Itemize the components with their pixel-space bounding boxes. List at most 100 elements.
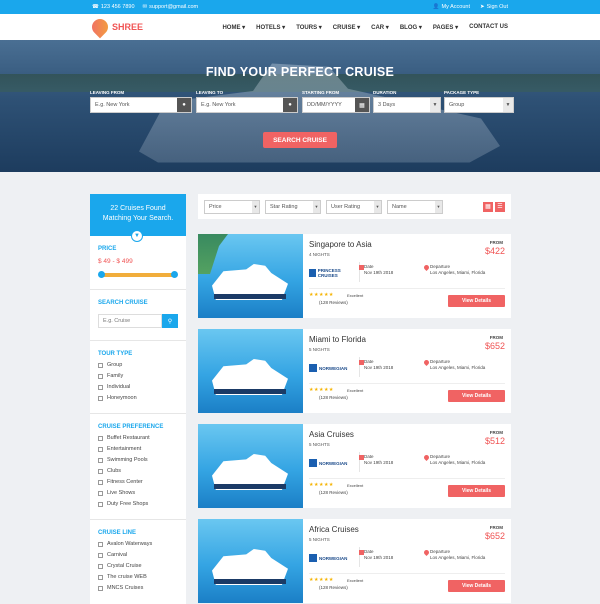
checkbox[interactable] [98,395,103,401]
cruise-line-option[interactable]: MNCS Cruises [98,585,178,591]
preference-option[interactable]: Live Shows [98,490,178,496]
cruise-line-title: CRUISE LINE [98,530,137,536]
starting-from-field: STARTING FROM DD/MM/YYYY ▦ [302,90,370,113]
view-toggle: ▦ ☰ [483,201,505,212]
chevron-down-icon: ▼ [252,200,259,213]
cruise-price: $422 [484,246,505,256]
price-max-handle[interactable] [171,271,178,278]
preference-option[interactable]: Buffet Restaurant [98,435,178,441]
leaving-to-field: LEAVING TO E.g. New York ● [196,90,298,113]
cruise-line-logo-icon [309,554,317,562]
cruise-image[interactable] [198,234,303,318]
duration-select[interactable]: 3 Days ▼ [373,97,441,113]
checkbox[interactable] [98,479,103,485]
tour-type-option[interactable]: Honeymoon [98,395,178,401]
cruise-line-logo-icon [309,269,316,277]
price-sort-select[interactable]: Price ▼ [204,199,260,214]
leaving-from-input[interactable]: E.g. New York ● [90,97,192,113]
cruise-date: Date Nov 19th 2018 [364,454,394,465]
preference-option[interactable]: Entertainment [98,446,178,452]
view-details-button[interactable]: View Details [448,295,505,307]
nav-cruise[interactable]: CRUISE ▾ [333,24,360,31]
checkbox[interactable] [98,457,103,463]
results-count-header: 22 Cruises Found Matching Your Search. ▼ [90,194,186,242]
user-rating-select[interactable]: User Rating ▼ [326,199,382,214]
checkbox[interactable] [98,373,103,379]
nav-pages[interactable]: PAGES ▾ [433,24,458,31]
checkbox[interactable] [98,501,103,507]
leaving-to-label: LEAVING TO [196,90,224,95]
tour-type-option[interactable]: Individual [98,384,178,390]
cruise-nights: 4 NIGHTS [309,252,330,257]
nav-contact[interactable]: CONTACT US [469,24,508,31]
review-count[interactable]: (128 Reviews) [319,585,348,590]
sign-out-link[interactable]: ➤ Sign Out [480,4,508,10]
cruise-title[interactable]: Asia Cruises [309,430,354,439]
checkbox[interactable] [98,585,103,591]
cruise-line-logo-icon [309,364,317,372]
search-icon[interactable]: ⚲ [162,314,178,328]
cruise-line-option[interactable]: The cruise WEB [98,574,178,580]
nav-home[interactable]: HOME ▾ [222,24,245,31]
checkbox[interactable] [98,446,103,452]
list-view-icon[interactable]: ☰ [495,201,505,212]
nav-hotels[interactable]: HOTELS ▾ [256,24,285,31]
price-from-label: FROM [489,240,503,245]
tour-type-option[interactable]: Group [98,362,178,368]
star-rating-select[interactable]: Star Rating ▼ [265,199,321,214]
price-min-handle[interactable] [98,271,105,278]
checkbox[interactable] [98,435,103,441]
package-type-select[interactable]: Group ▼ [444,97,514,113]
preference-option[interactable]: Duty Free Shops [98,501,178,507]
date-input[interactable]: DD/MM/YYYY ▦ [302,97,370,113]
nav-blog[interactable]: BLOG ▾ [400,24,422,31]
price-slider[interactable] [98,271,178,278]
search-cruise-button[interactable]: SEARCH CRUISE [263,132,337,148]
package-type-field: PACKAGE TYPE Group ▼ [444,90,514,113]
checkbox[interactable] [98,490,103,496]
top-bar: ☎ 123 456 7890 ✉ support@gmail.com 👤 My … [0,0,600,14]
logo[interactable]: SHREE [88,15,222,39]
cruise-line-option[interactable]: Avalon Waterways [98,541,178,547]
location-pin-icon[interactable]: ● [283,98,297,112]
cruise-image[interactable] [198,519,303,603]
cruise-card: Africa Cruises 5 NIGHTS FROM $652 NORWEG… [198,519,511,603]
checkbox[interactable] [98,552,103,558]
cruise-title[interactable]: Singapore to Asia [309,240,372,249]
cruise-image[interactable] [198,424,303,508]
cruise-image[interactable] [198,329,303,413]
cruise-price: $652 [484,341,505,351]
leaving-to-input[interactable]: E.g. New York ● [196,97,298,113]
view-details-button[interactable]: View Details [448,390,505,402]
cruise-nights: 5 NIGHTS [309,442,330,447]
cruise-line-option[interactable]: Crystal Cruise [98,563,178,569]
cruise-line-option[interactable]: Carnival [98,552,178,558]
my-account-link[interactable]: 👤 My Account [433,4,470,10]
checkbox[interactable] [98,541,103,547]
price-range-value: $ 49 - $ 499 [98,258,133,265]
grid-view-icon[interactable]: ▦ [483,201,493,212]
tour-type-option[interactable]: Family [98,373,178,379]
review-count[interactable]: (128 Reviews) [319,395,348,400]
view-details-button[interactable]: View Details [448,485,505,497]
review-count[interactable]: (128 Reviews) [319,490,348,495]
cruise-title[interactable]: Miami to Florida [309,335,366,344]
review-count[interactable]: (128 Reviews) [319,300,348,305]
nav-car[interactable]: CAR ▾ [371,24,389,31]
checkbox[interactable] [98,362,103,368]
view-details-button[interactable]: View Details [448,580,505,592]
nav-tours[interactable]: TOURS ▾ [296,24,322,31]
preference-option[interactable]: Swimming Pools [98,457,178,463]
checkbox[interactable] [98,468,103,474]
preference-option[interactable]: Clubs [98,468,178,474]
cruise-title[interactable]: Africa Cruises [309,525,359,534]
checkbox[interactable] [98,563,103,569]
preference-option[interactable]: Fitness Center [98,479,178,485]
cruise-search-input[interactable]: E.g. Cruise [98,314,162,328]
checkbox[interactable] [98,384,103,390]
checkbox[interactable] [98,574,103,580]
location-pin-icon[interactable]: ● [177,98,191,112]
leaving-from-label: LEAVING FROM [90,90,125,95]
calendar-icon[interactable]: ▦ [355,98,369,112]
name-sort-select[interactable]: Name ▼ [387,199,443,214]
